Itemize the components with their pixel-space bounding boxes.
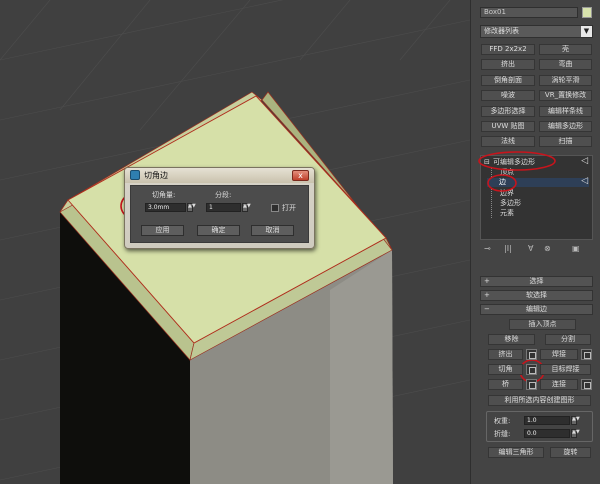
connect-button[interactable]: 连接 bbox=[540, 379, 578, 390]
modifier-button[interactable]: FFD 2x2x2 bbox=[481, 44, 535, 55]
modify-panel: Box01 修改器列表 ▼ FFD 2x2x2 壳挤出 弯曲 倒角剖面 涡轮平滑 噪波 VR… bbox=[470, 0, 600, 484]
modifier-button[interactable]: 涡轮平滑 bbox=[539, 74, 592, 86]
chamfer-amount-input[interactable]: 3.0mm bbox=[145, 203, 186, 212]
configure-sets-icon[interactable]: ▣ bbox=[572, 244, 580, 253]
crease-label: 折缝: bbox=[494, 430, 511, 438]
crease-spinner[interactable]: ▲▼ bbox=[571, 429, 580, 438]
modifier-button[interactable]: 编辑样条线 bbox=[539, 105, 592, 117]
weld-settings-icon[interactable] bbox=[581, 349, 592, 360]
ok-button[interactable]: 确定 bbox=[197, 225, 240, 236]
weight-spinner[interactable]: ▲▼ bbox=[571, 416, 580, 425]
modifier-button[interactable]: 噪波 bbox=[481, 90, 535, 102]
show-end-result-icon[interactable]: |I| bbox=[504, 244, 512, 253]
subobject-item[interactable]: 顶点 bbox=[491, 168, 514, 177]
modifier-button[interactable]: 编辑多边形 bbox=[539, 121, 592, 132]
stack-expand-icon[interactable]: ⊟ bbox=[484, 158, 490, 167]
segments-label: 分段: bbox=[215, 191, 232, 199]
weight-crease-group: 权重: 1.0 ▲▼ 折缝: 0.0 ▲▼ bbox=[486, 411, 593, 442]
target-weld-button[interactable]: 目标焊接 bbox=[540, 364, 591, 375]
rollout-select[interactable]: + 选择 bbox=[480, 276, 593, 287]
chamfer-edges-dialog: 切角边 x 切角量: 分段: 3.0mm ▲▼ 1 ▲▼ 打开 应用 确定 取消 bbox=[124, 167, 315, 249]
modifier-list-label: 修改器列表 bbox=[484, 27, 519, 35]
remove-button[interactable]: 移除 bbox=[488, 334, 535, 345]
stack-toolbar: ⊸ |I| ∀ ⊗ ▣ bbox=[484, 244, 594, 256]
open-checkbox[interactable] bbox=[271, 204, 279, 212]
chamfer-amount-spinner[interactable]: ▲▼ bbox=[187, 203, 196, 212]
modifier-button[interactable]: 弯曲 bbox=[539, 59, 592, 71]
extrude-button[interactable]: 挤出 bbox=[488, 349, 523, 360]
rollout-edit-edges[interactable]: − 编辑边 bbox=[480, 304, 593, 315]
weight-label: 权重: bbox=[494, 417, 511, 425]
chamfer-amount-label: 切角量: bbox=[152, 191, 176, 199]
light-bulb-icon[interactable]: ◁ bbox=[581, 177, 588, 186]
open-label: 打开 bbox=[282, 204, 296, 212]
subobject-item[interactable]: 元素 bbox=[491, 209, 514, 219]
rollout-edit-edges-label: 编辑边 bbox=[526, 305, 547, 313]
dialog-body: 切角量: 分段: 3.0mm ▲▼ 1 ▲▼ 打开 应用 确定 取消 bbox=[130, 185, 309, 243]
dialog-titlebar[interactable]: 切角边 x bbox=[125, 168, 314, 183]
modifier-stack: ⊟ 可编辑多边形 ◁ 顶点边 ◁ 边界 多边形 元素 bbox=[480, 155, 593, 240]
modifier-button[interactable]: VR_置换修改 bbox=[539, 90, 592, 102]
rollout-soft-select-label: 软选择 bbox=[526, 291, 547, 299]
chamfer-settings-icon[interactable] bbox=[526, 364, 537, 375]
weight-input[interactable]: 1.0 bbox=[524, 416, 570, 425]
object-color-swatch[interactable] bbox=[582, 7, 592, 18]
split-button[interactable]: 分割 bbox=[545, 334, 591, 345]
remove-modifier-icon[interactable]: ⊗ bbox=[544, 244, 551, 253]
edit-triangles-button[interactable]: 编辑三角形 bbox=[488, 447, 544, 458]
bridge-settings-icon[interactable] bbox=[526, 379, 537, 390]
subobject-item[interactable]: 边界 bbox=[491, 188, 514, 198]
close-icon[interactable]: x bbox=[292, 170, 309, 181]
turn-button[interactable]: 旋转 bbox=[550, 447, 591, 458]
subobject-item[interactable]: 多边形 bbox=[491, 198, 521, 208]
app-icon bbox=[130, 170, 140, 180]
chamfer-button[interactable]: 切角 bbox=[488, 364, 523, 375]
create-shape-button[interactable]: 利用所选内容创建图形 bbox=[488, 395, 591, 406]
modifier-button[interactable]: 倒角剖面 bbox=[481, 74, 535, 86]
modifier-button[interactable]: 壳 bbox=[539, 44, 592, 55]
segments-spinner[interactable]: ▲▼ bbox=[242, 203, 251, 212]
bridge-button[interactable]: 桥 bbox=[488, 379, 523, 390]
insert-vertex-button[interactable]: 插入顶点 bbox=[509, 319, 576, 330]
dialog-title: 切角边 bbox=[144, 171, 168, 180]
stack-root-editable-poly[interactable]: 可编辑多边形 bbox=[493, 158, 535, 167]
subobject-item[interactable]: 边 bbox=[487, 178, 589, 188]
modifier-button[interactable]: 挤出 bbox=[481, 59, 535, 71]
extrude-settings-icon[interactable] bbox=[526, 349, 537, 360]
modifier-button[interactable]: UVW 贴图 bbox=[481, 121, 535, 132]
modifier-button[interactable]: 多边形选择 bbox=[481, 105, 535, 117]
pin-stack-icon[interactable]: ⊸ bbox=[484, 244, 491, 253]
modifier-list-dropdown[interactable]: 修改器列表 ▼ bbox=[480, 25, 593, 38]
cancel-button[interactable]: 取消 bbox=[251, 225, 294, 236]
rollout-soft-select[interactable]: + 软选择 bbox=[480, 290, 593, 301]
object-name-field[interactable]: Box01 bbox=[480, 7, 578, 18]
weld-button[interactable]: 焊接 bbox=[540, 349, 578, 360]
make-unique-icon[interactable]: ∀ bbox=[528, 244, 533, 253]
segments-input[interactable]: 1 bbox=[206, 203, 241, 212]
modifier-button[interactable]: 法线 bbox=[481, 136, 535, 148]
light-bulb-icon[interactable]: ◁ bbox=[581, 157, 588, 166]
apply-button[interactable]: 应用 bbox=[141, 225, 184, 236]
chevron-down-icon: ▼ bbox=[581, 26, 592, 37]
connect-settings-icon[interactable] bbox=[581, 379, 592, 390]
modifier-button[interactable]: 扫描 bbox=[539, 136, 592, 148]
crease-input[interactable]: 0.0 bbox=[524, 429, 570, 438]
rollout-select-label: 选择 bbox=[529, 277, 544, 285]
